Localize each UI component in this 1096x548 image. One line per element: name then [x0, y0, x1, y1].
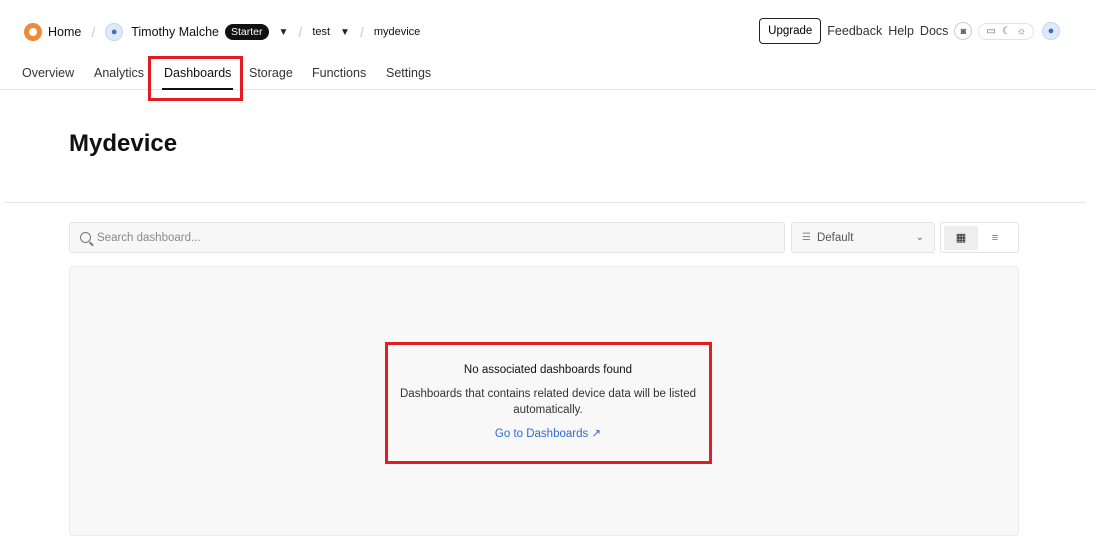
- grid-view-icon[interactable]: ▦: [944, 225, 978, 250]
- tab-settings[interactable]: Settings: [386, 66, 431, 80]
- docs-link[interactable]: Docs: [920, 24, 948, 38]
- divider: [4, 202, 1086, 203]
- search-input[interactable]: [97, 231, 697, 244]
- sort-select[interactable]: ☰ Default ⌄: [791, 222, 935, 253]
- globe-icon: ●: [105, 23, 124, 41]
- external-link-icon: ↗: [591, 428, 602, 440]
- page-title: Mydevice: [69, 130, 178, 157]
- breadcrumb-home[interactable]: Home: [48, 25, 81, 39]
- tab-bar: Overview Analytics Dashboards Storage Fu…: [0, 62, 1096, 90]
- tab-overview[interactable]: Overview: [22, 66, 74, 80]
- list-view-icon[interactable]: ≡: [978, 226, 1012, 250]
- plan-badge: Starter: [225, 24, 269, 40]
- discord-icon[interactable]: ◙: [954, 22, 973, 40]
- chevron-down-icon[interactable]: ▼: [340, 27, 350, 38]
- monitor-icon[interactable]: ▭: [986, 26, 995, 37]
- breadcrumb-separator: /: [298, 24, 303, 40]
- empty-state-description: Dashboards that contains related device …: [400, 388, 696, 416]
- view-toggle: ▦ ≡: [940, 222, 1019, 253]
- theme-switcher: ▭ ☾ ☼: [978, 22, 1034, 40]
- moon-icon[interactable]: ☾: [1002, 26, 1011, 37]
- chevron-down-icon[interactable]: ▼: [279, 27, 289, 38]
- tab-analytics[interactable]: Analytics: [94, 66, 144, 80]
- breadcrumb-device[interactable]: mydevice: [374, 26, 420, 38]
- sun-icon[interactable]: ☼: [1017, 26, 1026, 37]
- breadcrumb-separator: /: [91, 24, 96, 40]
- go-to-dashboards-label: Go to Dashboards: [494, 428, 589, 440]
- search-icon: [80, 232, 91, 243]
- sort-icon: ☰: [802, 232, 811, 243]
- empty-state-title: No associated dashboards found: [463, 364, 633, 376]
- go-to-dashboards-link[interactable]: Go to Dashboards ↗: [495, 426, 601, 440]
- header-actions: Upgrade Feedback Help Docs ◙ ▭ ☾ ☼ ●: [759, 18, 1068, 44]
- sort-value: Default: [816, 231, 854, 244]
- feedback-link[interactable]: Feedback: [827, 24, 882, 38]
- top-bar: Home / ● Timothy Malche Starter ▼ / test…: [0, 0, 1096, 62]
- tab-functions[interactable]: Functions: [312, 66, 366, 80]
- tab-dashboards[interactable]: Dashboards: [161, 66, 234, 90]
- chevron-down-icon: ⌄: [915, 232, 924, 243]
- breadcrumb: Home / ● Timothy Malche Starter ▼ / test…: [24, 20, 420, 44]
- help-link[interactable]: Help: [888, 24, 914, 38]
- breadcrumb-user[interactable]: Timothy Malche: [131, 25, 219, 39]
- upgrade-button[interactable]: Upgrade: [759, 18, 822, 44]
- breadcrumb-separator: /: [359, 24, 364, 40]
- breadcrumb-project[interactable]: test: [312, 26, 330, 38]
- empty-state: No associated dashboards found Dashboard…: [386, 343, 710, 463]
- tab-storage[interactable]: Storage: [249, 66, 293, 80]
- avatar[interactable]: ●: [1042, 22, 1060, 40]
- search-box: [69, 222, 785, 253]
- logo-icon[interactable]: [24, 23, 42, 41]
